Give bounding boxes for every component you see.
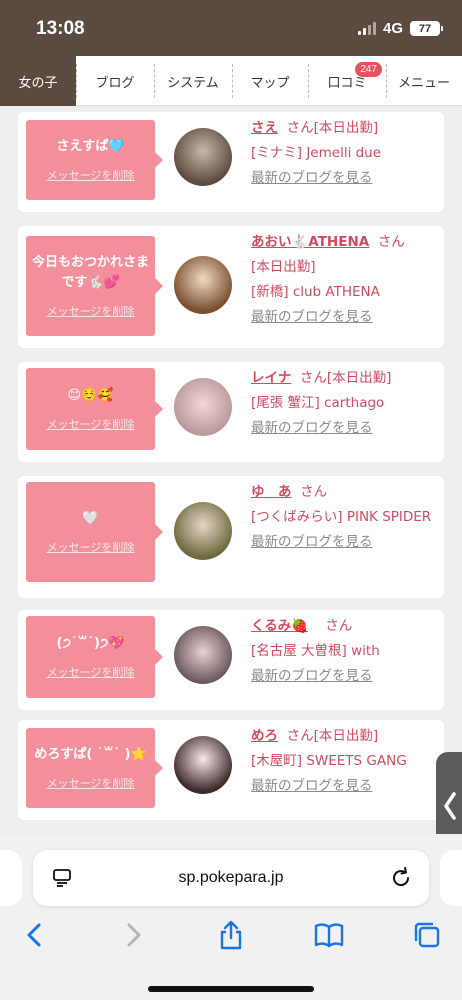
delete-message-link[interactable]: メッセージを削除: [47, 539, 135, 555]
message-text: 今日もおつかれさまです🐇💕: [31, 255, 149, 290]
avatar[interactable]: [174, 378, 232, 436]
signal-icon: [357, 22, 376, 35]
latest-blog-link[interactable]: 最新のブログを見る: [251, 416, 441, 441]
url-text: sp.pokepara.jp: [178, 869, 284, 886]
delete-message-link[interactable]: メッセージを削除: [47, 775, 135, 791]
address-bar[interactable]: sp.pokepara.jp: [33, 850, 429, 906]
bookmarks-icon[interactable]: [314, 920, 344, 950]
message-bubble: 🤍 メッセージを削除: [26, 482, 163, 582]
avatar[interactable]: [174, 502, 232, 560]
latest-blog-link[interactable]: 最新のブログを見る: [251, 305, 441, 330]
girl-name-link[interactable]: めろ: [251, 728, 278, 744]
message-text: さえすぱ🩵: [56, 139, 125, 154]
battery-icon: 77: [410, 21, 443, 36]
message-bubble: 😊☺️🥰 メッセージを削除: [26, 368, 163, 450]
shop-name: [尾張 蟹江] carthago: [251, 395, 385, 411]
message-text: めろすぱ( ˙꒳˙ )⭐️: [34, 747, 147, 762]
girl-name-link[interactable]: ゆ あ: [251, 484, 292, 500]
girl-name-link[interactable]: くるみ🍓: [251, 618, 308, 634]
browser-toolbar: [0, 916, 462, 956]
share-icon[interactable]: [216, 920, 246, 950]
previous-tab-peek[interactable]: [0, 850, 22, 906]
message-bubble: (੭˙꒳˙)੭💖 メッセージを削除: [26, 616, 163, 698]
girl-name-link[interactable]: レイナ: [251, 370, 291, 386]
tab-system[interactable]: システム: [154, 56, 232, 106]
tab-menu[interactable]: メニュー: [386, 56, 462, 106]
avatar[interactable]: [174, 128, 232, 186]
avatar[interactable]: [174, 256, 232, 314]
chevron-left-icon: [444, 792, 456, 820]
latest-blog-link[interactable]: 最新のブログを見る: [251, 530, 441, 555]
list-item: 🤍 メッセージを削除 ゆ あ さん [つくばみらい] PINK SPIDER 最…: [18, 476, 444, 598]
message-bubble: めろすぱ( ˙꒳˙ )⭐️ メッセージを削除: [26, 728, 163, 808]
tab-girls[interactable]: 女の子: [0, 56, 76, 106]
avatar[interactable]: [174, 626, 232, 684]
tab-map[interactable]: マップ: [232, 56, 308, 106]
list-item: 今日もおつかれさまです🐇💕 メッセージを削除 あおい🐇ATHENA さん [本日…: [18, 226, 444, 348]
tab-reviews[interactable]: 口コミ 247: [308, 56, 386, 106]
status-bar: 13:08 4G 77: [0, 0, 462, 56]
message-bubble: 今日もおつかれさまです🐇💕 メッセージを削除: [26, 236, 163, 336]
avatar[interactable]: [174, 736, 232, 794]
forward-icon[interactable]: [118, 920, 148, 950]
list-item: (੭˙꒳˙)੭💖 メッセージを削除 くるみ🍓 さん [名古屋 大曽根] with…: [18, 610, 444, 710]
network-type: 4G: [382, 20, 403, 37]
latest-blog-link[interactable]: 最新のブログを見る: [251, 664, 441, 689]
tabs-icon[interactable]: [412, 920, 442, 950]
delete-message-link[interactable]: メッセージを削除: [47, 303, 135, 319]
latest-blog-link[interactable]: 最新のブログを見る: [251, 774, 441, 799]
reload-icon[interactable]: [389, 866, 413, 890]
girl-name-link[interactable]: さえ: [251, 120, 278, 136]
delete-message-link[interactable]: メッセージを削除: [47, 416, 135, 432]
list-item: 😊☺️🥰 メッセージを削除 レイナ さん[本日出勤] [尾張 蟹江] carth…: [18, 362, 444, 462]
site-nav: 女の子 ブログ システム マップ 口コミ 247 メニュー: [0, 56, 462, 106]
delete-message-link[interactable]: メッセージを削除: [47, 664, 135, 680]
girl-name-link[interactable]: あおい🐇ATHENA: [251, 234, 369, 250]
message-bubble: さえすぱ🩵 メッセージを削除: [26, 120, 163, 200]
message-text: 🤍: [82, 511, 99, 526]
delete-message-link[interactable]: メッセージを削除: [47, 167, 135, 183]
shop-name: [ミナミ] Jemelli due: [251, 145, 382, 161]
latest-blog-link[interactable]: 最新のブログを見る: [251, 166, 441, 191]
shop-name: [つくばみらい] PINK SPIDER: [251, 509, 432, 525]
message-text: (੭˙꒳˙)੭💖: [56, 636, 125, 651]
reviews-count-badge: 247: [355, 62, 382, 77]
next-tab-peek[interactable]: [440, 850, 462, 906]
home-indicator: [148, 986, 314, 992]
list-item: さえすぱ🩵 メッセージを削除 さえ さん[本日出勤] [ミナミ] Jemelli…: [18, 112, 444, 212]
shop-name: [新橋] club ATHENA: [251, 284, 380, 300]
shop-name: [名古屋 大曽根] with: [251, 643, 380, 659]
tab-blog[interactable]: ブログ: [76, 56, 154, 106]
list-item: めろすぱ( ˙꒳˙ )⭐️ メッセージを削除 めろ さん[本日出勤] [木屋町]…: [18, 720, 444, 820]
message-text: 😊☺️🥰: [67, 388, 114, 403]
back-icon[interactable]: [20, 920, 50, 950]
status-time: 13:08: [36, 18, 85, 39]
shop-name: [木屋町] SWEETS GANG: [251, 753, 407, 769]
